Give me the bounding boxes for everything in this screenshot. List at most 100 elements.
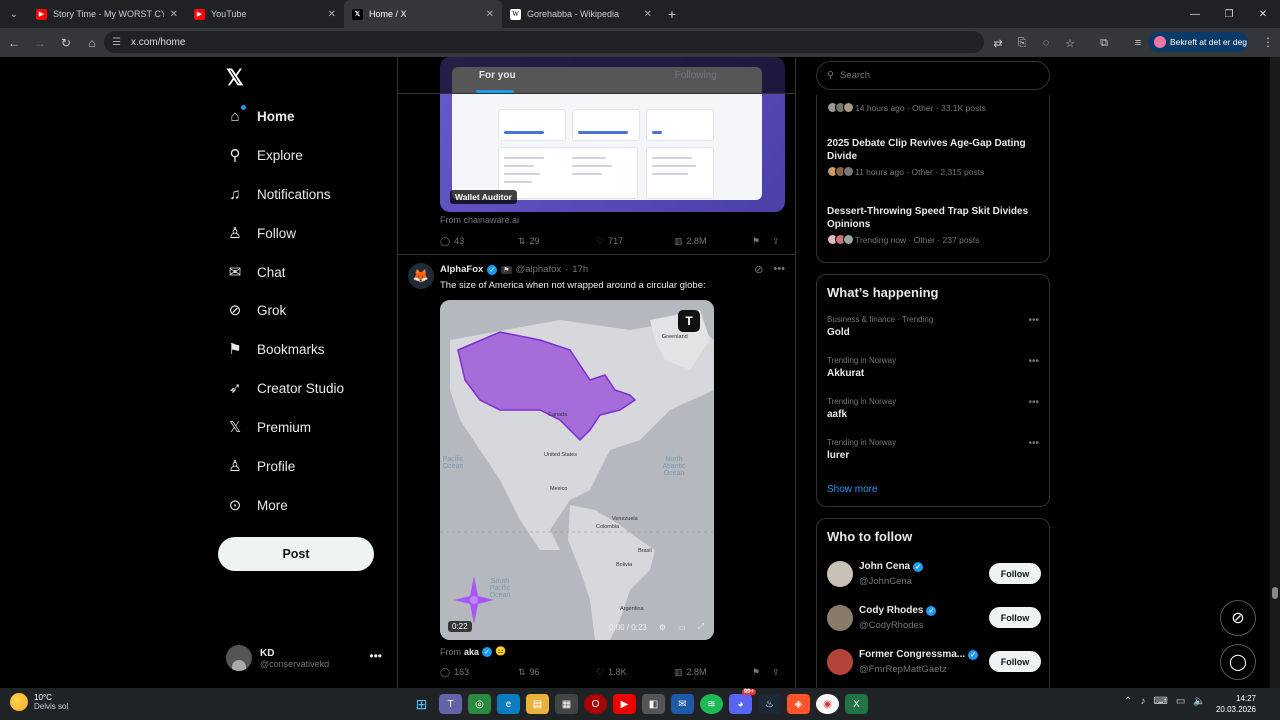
avatar[interactable]: 🦊 [408, 263, 434, 289]
weather-widget[interactable]: 10°C Delvis sol [10, 693, 68, 711]
x-logo-icon[interactable]: 𝕏 [226, 65, 244, 91]
follow-button[interactable]: Follow [989, 563, 1041, 584]
nav-profile[interactable]: ♙ Profile [226, 451, 295, 481]
follow-button[interactable]: Follow [989, 651, 1041, 672]
author-handle[interactable]: @alphafox [516, 264, 562, 275]
restore-icon[interactable]: ❐ [1212, 0, 1246, 28]
author-name[interactable]: AlphaFox [440, 264, 483, 275]
home-icon[interactable]: ⌂ [80, 31, 104, 55]
chat-fab-icon[interactable]: ◯ [1220, 644, 1256, 680]
app-icon[interactable]: ◧ [642, 694, 665, 714]
trend-item[interactable]: Trending in Norway Akkurat ••• [827, 356, 1039, 379]
start-icon[interactable]: ⊞ [410, 694, 433, 714]
reading-list-icon[interactable]: ≡ [1128, 33, 1148, 53]
spotify-icon[interactable]: ≋ [700, 694, 723, 714]
more-icon[interactable]: ••• [1028, 315, 1039, 326]
trend-item[interactable]: Dessert-Throwing Speed Trap Skit Divides… [827, 205, 1037, 245]
close-window-icon[interactable]: ✕ [1246, 0, 1280, 28]
views-button[interactable]: ▥ 2.8M [674, 236, 752, 247]
extensions-icon[interactable]: ⧉ [1094, 33, 1114, 53]
post-time[interactable]: 17h [572, 264, 588, 275]
repost-button[interactable]: ⇅ 29 [518, 236, 596, 247]
back-icon[interactable]: ← [2, 31, 26, 55]
search-box[interactable]: ⚲ Search [816, 61, 1050, 90]
more-icon[interactable]: ••• [773, 263, 785, 276]
settings-icon[interactable]: ⚙ [659, 623, 666, 632]
account-switcher[interactable]: KD @conservativekd ••• [226, 643, 386, 673]
follow-suggestion[interactable]: Cody Rhodes ✓ @CodyRhodes Follow [827, 603, 1041, 633]
app-icon[interactable]: ◎ [468, 694, 491, 714]
show-more-link[interactable]: Show more [827, 484, 878, 495]
trend-item[interactable]: 2025 Debate Clip Revives Age-Gap Dating … [827, 137, 1037, 177]
more-icon[interactable]: ••• [1028, 397, 1039, 408]
youtube-icon[interactable]: ▶ [613, 694, 636, 714]
close-icon[interactable]: ✕ [644, 9, 652, 20]
eye-off-icon[interactable]: ◌ [1036, 33, 1056, 53]
nav-creator-studio[interactable]: ➶ Creator Studio [226, 373, 344, 403]
repost-button[interactable]: ⇅ 96 [518, 667, 596, 678]
more-icon[interactable]: ••• [369, 649, 382, 663]
nav-chat[interactable]: ✉ Chat [226, 257, 286, 287]
profile-button[interactable]: Bekreft at det er deg [1148, 32, 1248, 52]
nav-notifications[interactable]: ♫ Notifications [226, 179, 330, 209]
follow-suggestion[interactable]: Former Congressma... ✓ @FmrRepMattGaetz F… [827, 647, 1041, 677]
close-icon[interactable]: ✕ [328, 9, 336, 20]
minimize-icon[interactable]: — [1178, 0, 1212, 28]
tab-following[interactable]: Following [597, 57, 796, 93]
edge-icon[interactable]: e [497, 694, 520, 714]
views-button[interactable]: ▥ 2.8M [674, 667, 752, 678]
pip-icon[interactable]: ▭ [678, 623, 686, 632]
chevron-up-icon[interactable]: ⌃ [1124, 696, 1132, 707]
nav-premium[interactable]: 𝕏 Premium [226, 412, 311, 442]
follow-button[interactable]: Follow [989, 607, 1041, 628]
steam-icon[interactable]: ♨ [758, 694, 781, 714]
new-tab-button[interactable]: + [660, 6, 684, 22]
keyboard-icon[interactable]: ⌨ [1153, 696, 1167, 707]
nav-explore[interactable]: ⚲ Explore [226, 140, 303, 170]
card-source[interactable]: From chainaware.ai [440, 215, 519, 225]
nav-more[interactable]: ⊙ More [226, 490, 288, 520]
tab-story-time[interactable]: ▶ Story Time - My WORST CYCLE ✕ [28, 0, 186, 28]
reload-icon[interactable]: ↻ [54, 31, 78, 55]
chrome-icon[interactable]: ◉ [816, 694, 839, 714]
trend-item[interactable]: Trending in Norway lurer ••• [827, 438, 1039, 461]
tab-wikipedia[interactable]: W Gorehabba - Wikipedia ✕ [502, 0, 660, 28]
tab-search-button[interactable]: ⌄ [0, 0, 28, 28]
brave-icon[interactable]: ◈ [787, 694, 810, 714]
trend-item[interactable]: Business & finance · Trending Gold ••• [827, 315, 1039, 338]
share-button[interactable]: ⇪ [772, 236, 780, 247]
file-explorer-icon[interactable]: ▤ [526, 694, 549, 714]
mail-icon[interactable]: ✉ [671, 694, 694, 714]
close-icon[interactable]: ✕ [486, 9, 494, 20]
display-icon[interactable]: ▭ [1176, 696, 1185, 707]
trend-item[interactable]: 14 hours ago · Other · 33.1K posts [827, 99, 986, 113]
store-icon[interactable]: ▦ [555, 694, 578, 714]
volume-icon[interactable]: 🔈 [1193, 696, 1205, 707]
like-button[interactable]: ♡ 1.8K [596, 667, 674, 678]
source-name[interactable]: aka [464, 647, 479, 657]
bookmark-button[interactable]: ⚑ [752, 667, 772, 678]
video-player[interactable]: Greenland Canada United States Mexico Ve… [440, 300, 714, 640]
clock[interactable]: 14:27 20.03.2026 [1216, 693, 1256, 715]
grok-icon[interactable]: ⊘ [754, 263, 763, 276]
forward-icon[interactable]: → [28, 31, 52, 55]
site-info-icon[interactable]: ☰ [112, 37, 121, 48]
tab-youtube[interactable]: ▶ YouTube ✕ [186, 0, 344, 28]
share-button[interactable]: ⇪ [772, 667, 780, 678]
reply-button[interactable]: ◯ 43 [440, 236, 518, 247]
trend-item[interactable]: Trending in Norway aafk ••• [827, 397, 1039, 420]
tab-home-x[interactable]: 𝕏 Home / X ✕ [344, 0, 502, 28]
nav-bookmarks[interactable]: ⚑ Bookmarks [226, 334, 324, 364]
tab-for-you[interactable]: For you [398, 57, 597, 93]
translate-icon[interactable]: ⇄ [988, 33, 1008, 53]
like-button[interactable]: ♡ 717 [596, 236, 674, 247]
discord-icon[interactable]: ◕ 99+ [729, 689, 756, 714]
star-icon[interactable]: ☆ [1060, 33, 1080, 53]
reply-button[interactable]: ◯ 163 [440, 667, 518, 678]
post-button[interactable]: Post [218, 537, 374, 571]
bookmark-button[interactable]: ⚑ [752, 236, 772, 247]
more-icon[interactable]: ••• [1028, 438, 1039, 449]
kebab-menu-icon[interactable]: ⋮ [1256, 30, 1280, 54]
excel-icon[interactable]: X [845, 694, 868, 714]
fullscreen-icon[interactable]: ⤢ [698, 622, 704, 632]
